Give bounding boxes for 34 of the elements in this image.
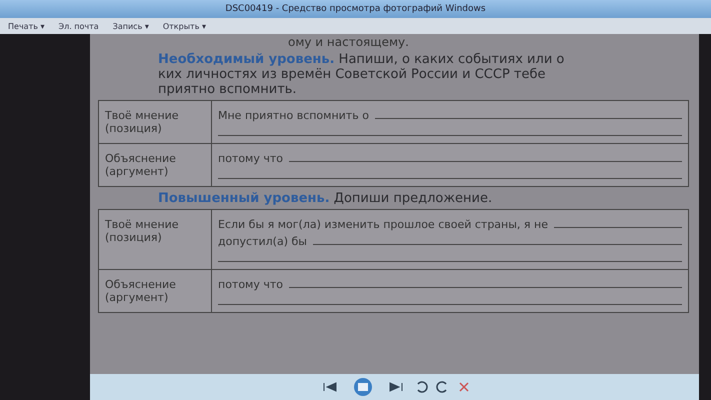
prompt-text: допустил(а) бы	[218, 235, 307, 248]
row-label: (позиция)	[105, 122, 163, 135]
row-label: Объяснение	[105, 278, 177, 291]
fill-in-line[interactable]	[289, 286, 682, 288]
fill-in-line[interactable]	[374, 117, 682, 119]
row-label: Твоё мнение	[105, 218, 180, 231]
cut-text: ому и настоящему.	[287, 36, 410, 48]
task-text: приятно вспомнить.	[158, 82, 298, 97]
row-label: Объяснение	[105, 152, 177, 165]
fill-in-line[interactable]	[218, 177, 682, 179]
window-title: DSC00419 - Средство просмотра фотографий Windows	[225, 4, 486, 14]
prompt-text: Если бы я мог(ла) изменить прошлое своей страны, я не	[218, 218, 548, 231]
fill-in-line[interactable]	[218, 303, 682, 305]
fill-in-line[interactable]	[218, 260, 682, 262]
row-label: (аргумент)	[105, 291, 170, 304]
prompt-text: потому что	[218, 152, 284, 165]
row-label: (позиция)	[105, 231, 163, 244]
row-label: (аргумент)	[105, 165, 170, 178]
prompt-text: потому что	[218, 278, 284, 291]
fill-in-line[interactable]	[289, 160, 682, 162]
menu-item[interactable]: Печать ▾	[6, 22, 46, 30]
task-text: Повышенный уровень. Допиши предложение.	[158, 191, 494, 206]
menu-item[interactable]: Запись ▾	[110, 22, 151, 30]
rotate-right-icon[interactable]	[436, 380, 450, 394]
prompt-text: Мне приятно вспомнить о	[218, 109, 369, 122]
task-text: Необходимый уровень. Напиши, о каких событиях или о	[158, 52, 566, 67]
row-label: Твоё мнение	[105, 109, 180, 122]
fill-in-line[interactable]	[312, 243, 682, 245]
task-text: ких личностях из времён Советской России и СССР тебе	[158, 67, 547, 82]
menu-item[interactable]: Эл. почта	[56, 22, 101, 30]
fill-in-line[interactable]	[218, 134, 682, 136]
menu-item[interactable]: Открыть ▾	[160, 22, 208, 30]
fill-in-line[interactable]	[554, 226, 682, 228]
delete-icon[interactable]	[458, 381, 470, 393]
